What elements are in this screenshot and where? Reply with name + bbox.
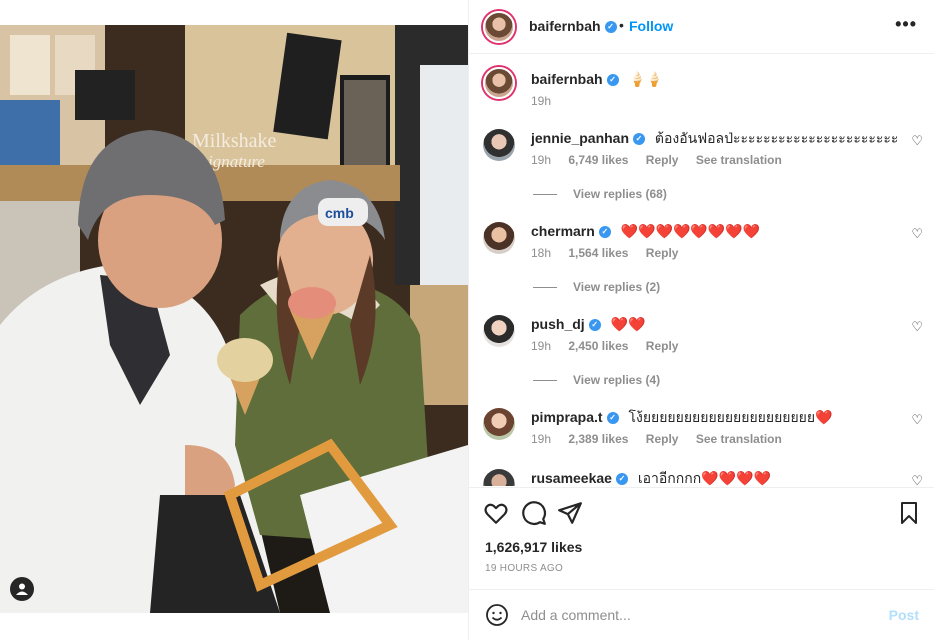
comment-likes[interactable]: 2,450 likes [568, 339, 628, 353]
post-actions: 1,626,917 likes 19 HOURS AGO [469, 487, 934, 589]
commenter-avatar[interactable] [483, 222, 515, 254]
comment-like-heart-icon[interactable]: ♡ [911, 226, 923, 242]
emoji-icon[interactable] [485, 603, 509, 632]
photo-sign-text: Milkshake [192, 130, 277, 152]
more-icon[interactable]: ••• [895, 14, 917, 35]
separator-dot: • [619, 17, 624, 33]
comment-text: ❤️❤️ [610, 316, 646, 332]
caption-body: baifernbah ✓ 🍦🍦 19h [531, 67, 891, 108]
view-replies-button[interactable]: View replies (4) [533, 373, 660, 387]
reply-button[interactable]: Reply [646, 246, 679, 260]
comment-time: 18h [531, 246, 552, 260]
comment-meta: 19h 2,450 likes Reply [531, 339, 891, 353]
send-icon[interactable] [557, 500, 583, 531]
comment-username[interactable]: jennie_panhan [531, 130, 629, 146]
bottom-whitespace [0, 613, 468, 640]
caption-meta: 19h [531, 94, 891, 108]
comment-meta: 19h 6,749 likes Reply See translation [531, 153, 891, 167]
commenter-avatar[interactable] [483, 469, 515, 486]
comment-likes[interactable]: 2,389 likes [568, 432, 628, 446]
follow-button[interactable]: Follow [629, 18, 673, 34]
comment-username[interactable]: chermarn [531, 223, 595, 239]
comment-body: rusameekae ✓ เอาอีกกกก❤️❤️❤️❤️ [531, 469, 891, 486]
comment-time: 19h [531, 153, 552, 167]
comment-body: jennie_panhan ✓ ต้องอันฟอลป่ะะะะะะะะะะะะะ… [531, 129, 898, 167]
comment-text: ❤️❤️❤️❤️❤️❤️❤️❤️ [620, 223, 761, 239]
verified-icon: ✓ [606, 412, 619, 425]
comment-username[interactable]: rusameekae [531, 470, 612, 486]
comment-icon[interactable] [521, 500, 547, 531]
photo-cap-text: cmb [325, 205, 354, 221]
verified-icon: ✓ [606, 74, 619, 87]
comment-body: push_dj ✓ ❤️❤️ 19h 2,450 likes Reply [531, 315, 891, 353]
caption-username[interactable]: baifernbah [531, 71, 603, 87]
author-username[interactable]: baifernbah [529, 18, 601, 34]
photo-illustration: Milkshake ignature cmb [0, 25, 468, 613]
replies-divider [533, 379, 557, 381]
view-replies-label[interactable]: View replies (68) [573, 187, 667, 201]
replies-divider [533, 286, 557, 288]
comment-text: ต้องอันฟอลป่ะะะะะะะะะะะะะะะะะะะะะะ [654, 130, 899, 146]
comment-like-heart-icon[interactable]: ♡ [911, 412, 923, 428]
verified-icon: ✓ [615, 473, 628, 486]
author-username-wrap[interactable]: baifernbah ✓ [529, 18, 617, 34]
comment-input[interactable] [521, 604, 861, 626]
caption-text: 🍦🍦 [628, 71, 664, 87]
verified-icon: ✓ [588, 319, 601, 332]
like-count[interactable]: 1,626,917 likes [485, 539, 582, 555]
post-header: baifernbah ✓ • Follow ••• [469, 0, 934, 54]
commenter-avatar[interactable] [483, 129, 515, 161]
comment-body: chermarn ✓ ❤️❤️❤️❤️❤️❤️❤️❤️ 18h 1,564 lik… [531, 222, 891, 260]
comment-text: โง้ยยยยยยยยยยยยยยยยยยยยย❤️ [628, 409, 833, 425]
commenter-avatar[interactable] [483, 408, 515, 440]
comment-text: เอาอีกกกก❤️❤️❤️❤️ [637, 470, 771, 486]
commenter-avatar[interactable] [483, 315, 515, 347]
heart-icon[interactable] [483, 500, 509, 531]
comment-meta: 18h 1,564 likes Reply [531, 246, 891, 260]
verified-icon: ✓ [598, 226, 611, 239]
top-whitespace [0, 0, 468, 25]
caption-time: 19h [531, 94, 552, 108]
comment-username[interactable]: push_dj [531, 316, 585, 332]
view-replies-button[interactable]: View replies (2) [533, 280, 660, 294]
comment-like-heart-icon[interactable]: ♡ [911, 319, 923, 335]
post-panel: baifernbah ✓ • Follow ••• baifernbah ✓ 🍦🍦 … [468, 0, 934, 640]
bookmark-icon[interactable] [897, 500, 921, 531]
post-button[interactable]: Post [889, 607, 919, 623]
verified-icon: ✓ [633, 133, 646, 146]
view-replies-button[interactable]: View replies (68) [533, 187, 667, 201]
user-tag-icon[interactable] [10, 577, 34, 601]
caption-avatar[interactable] [483, 67, 515, 99]
comment-likes[interactable]: 1,564 likes [568, 246, 628, 260]
verified-icon: ✓ [604, 21, 617, 34]
view-replies-label[interactable]: View replies (2) [573, 280, 660, 294]
comment-time: 19h [531, 432, 552, 446]
comment-meta: 19h 2,389 likes Reply See translation [531, 432, 891, 446]
view-replies-label[interactable]: View replies (4) [573, 373, 660, 387]
see-translation-button[interactable]: See translation [696, 153, 782, 167]
comments-list[interactable]: baifernbah ✓ 🍦🍦 19h jennie_panhan ✓ ต้องอั… [469, 55, 934, 486]
reply-button[interactable]: Reply [646, 432, 679, 446]
comment-likes[interactable]: 6,749 likes [568, 153, 628, 167]
post-photo[interactable]: Milkshake ignature cmb [0, 25, 468, 613]
replies-divider [533, 193, 557, 195]
comment-composer: Post [469, 589, 934, 640]
reply-button[interactable]: Reply [646, 153, 679, 167]
comment-like-heart-icon[interactable]: ♡ [911, 473, 923, 486]
reply-button[interactable]: Reply [646, 339, 679, 353]
see-translation-button[interactable]: See translation [696, 432, 782, 446]
photo-sign-text-2: ignature [208, 152, 265, 171]
comment-username[interactable]: pimprapa.t [531, 409, 603, 425]
comment-body: pimprapa.t ✓ โง้ยยยยยยยยยยยยยยยยยยยยย❤️ 1… [531, 408, 891, 446]
author-avatar[interactable] [483, 11, 515, 43]
comment-time: 19h [531, 339, 552, 353]
post-timestamp: 19 HOURS AGO [485, 563, 564, 574]
comment-like-heart-icon[interactable]: ♡ [911, 133, 923, 149]
